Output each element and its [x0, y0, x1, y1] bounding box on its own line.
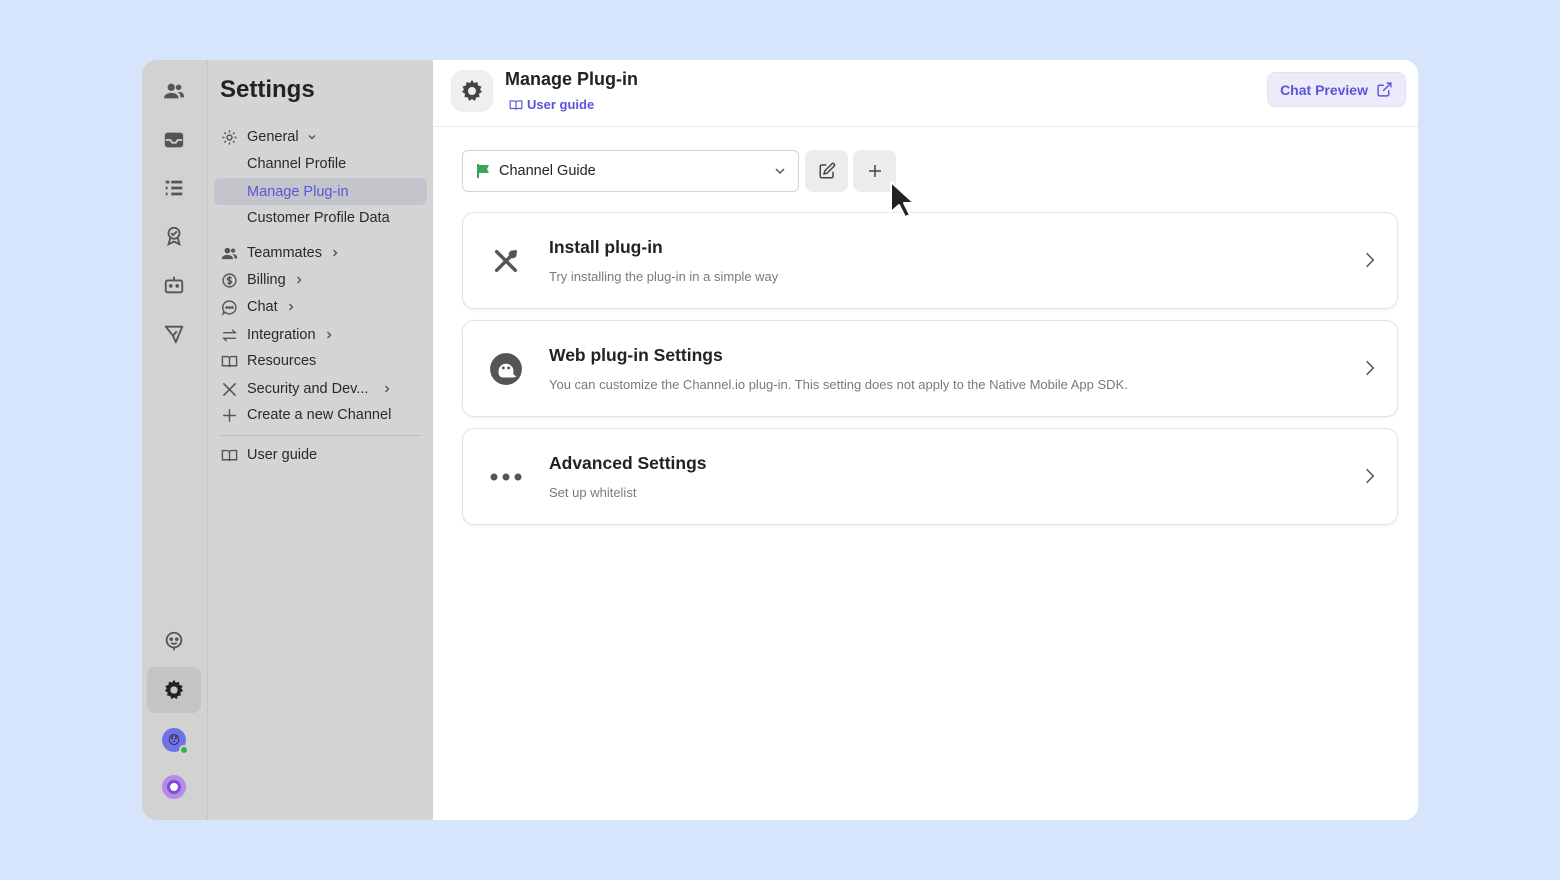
nav-resources-label: Resources — [247, 353, 317, 369]
plugin-face-icon — [487, 350, 525, 388]
list-icon[interactable] — [147, 165, 201, 211]
user-avatar[interactable]: 😯 — [147, 717, 201, 763]
nav-chat-label: Chat — [247, 299, 278, 315]
edit-button[interactable] — [805, 150, 848, 192]
nav-user-guide-label: User guide — [247, 447, 318, 463]
nav-general-label: General — [247, 129, 299, 145]
user-guide-link-label: User guide — [527, 97, 595, 112]
plugin-select-value: Channel Guide — [499, 163, 596, 179]
card-title: Web plug-in Settings — [549, 345, 723, 365]
nav-create-channel[interactable]: Create a new Channel — [220, 402, 427, 428]
page-header: Manage Plug-in User guide Chat Preview — [433, 60, 1418, 127]
settings-sidebar: Settings General Channel Profile Manage … — [208, 60, 433, 820]
chevron-right-icon — [1366, 468, 1375, 484]
nav-teammates[interactable]: Teammates — [220, 240, 427, 266]
swap-arrows-icon — [220, 326, 238, 344]
card-title: Install plug-in — [549, 237, 663, 257]
chevron-right-icon — [1366, 360, 1375, 376]
chat-preview-label: Chat Preview — [1280, 81, 1368, 98]
dollar-icon — [220, 271, 238, 289]
more-dots-icon — [487, 458, 525, 496]
card-title: Advanced Settings — [549, 453, 707, 473]
chevron-right-icon — [296, 276, 302, 284]
book-icon — [220, 446, 238, 464]
nav-general[interactable]: General — [220, 124, 427, 150]
edit-icon — [819, 162, 835, 179]
channel-avatar[interactable] — [147, 764, 201, 810]
nav-chat[interactable]: Chat — [220, 294, 427, 320]
card-web-plugin-settings[interactable]: Web plug-in Settings You can customize t… — [462, 320, 1398, 417]
chevron-right-icon — [332, 249, 338, 257]
plus-icon — [220, 406, 238, 424]
sidebar-title: Settings — [220, 76, 315, 103]
badge-icon[interactable] — [147, 213, 201, 259]
nav-teammates-label: Teammates — [247, 245, 322, 261]
page-title: Manage Plug-in — [505, 69, 639, 89]
plugin-select[interactable]: Channel Guide — [462, 150, 799, 192]
team-icon — [220, 244, 238, 262]
support-icon[interactable] — [147, 618, 201, 664]
inbox-icon[interactable] — [147, 117, 201, 163]
nav-security-label: Security and Dev... — [247, 381, 369, 397]
chat-icon — [220, 298, 238, 316]
plus-icon — [868, 165, 881, 177]
online-status-dot — [179, 745, 189, 755]
nav-customer-profile-data[interactable]: Customer Profile Data — [214, 204, 427, 231]
book-icon — [509, 99, 523, 110]
nav-channel-profile[interactable]: Channel Profile — [214, 150, 427, 177]
external-link-icon — [1377, 82, 1392, 97]
user-guide-link[interactable]: User guide — [509, 97, 594, 112]
send-icon[interactable] — [147, 311, 201, 357]
nav-integration[interactable]: Integration — [220, 322, 427, 348]
nav-security[interactable]: Security and Dev... — [220, 376, 427, 402]
chat-preview-button[interactable]: Chat Preview — [1267, 72, 1406, 107]
icon-rail: 😯 — [142, 60, 208, 820]
card-description: Set up whitelist — [549, 485, 637, 500]
tools-icon — [220, 380, 238, 398]
nav-integration-label: Integration — [247, 327, 316, 343]
bot-icon[interactable] — [147, 262, 201, 308]
nav-resources[interactable]: Resources — [220, 348, 427, 374]
chevron-down-icon — [308, 135, 316, 140]
tools-icon — [487, 242, 525, 280]
flag-icon — [477, 164, 489, 178]
sidebar-divider — [220, 435, 421, 436]
card-description: You can customize the Channel.io plug-in… — [549, 377, 1128, 392]
card-description: Try installing the plug-in in a simple w… — [549, 269, 779, 284]
chevron-right-icon — [288, 303, 294, 311]
nav-create-channel-label: Create a new Channel — [247, 407, 392, 423]
chevron-right-icon — [326, 331, 332, 339]
card-advanced-settings[interactable]: Advanced Settings Set up whitelist — [462, 428, 1398, 525]
nav-billing[interactable]: Billing — [220, 267, 427, 293]
nav-billing-label: Billing — [247, 272, 286, 288]
app-window: 😯 Settings General Channel Profile Manag… — [142, 60, 1418, 820]
gear-icon — [451, 70, 493, 112]
gear-icon[interactable] — [147, 667, 201, 713]
main-panel: Manage Plug-in User guide Chat Preview C… — [433, 60, 1418, 820]
card-install-plugin[interactable]: Install plug-in Try installing the plug-… — [462, 212, 1398, 309]
chevron-right-icon — [1366, 252, 1375, 268]
chevron-right-icon — [385, 385, 390, 393]
nav-manage-plugin[interactable]: Manage Plug-in — [214, 178, 427, 205]
mouse-cursor-icon — [890, 181, 915, 218]
nav-user-guide[interactable]: User guide — [220, 442, 427, 468]
team-icon[interactable] — [147, 68, 201, 114]
gear-icon — [220, 128, 238, 146]
chevron-down-icon — [775, 168, 785, 175]
book-icon — [220, 352, 238, 370]
